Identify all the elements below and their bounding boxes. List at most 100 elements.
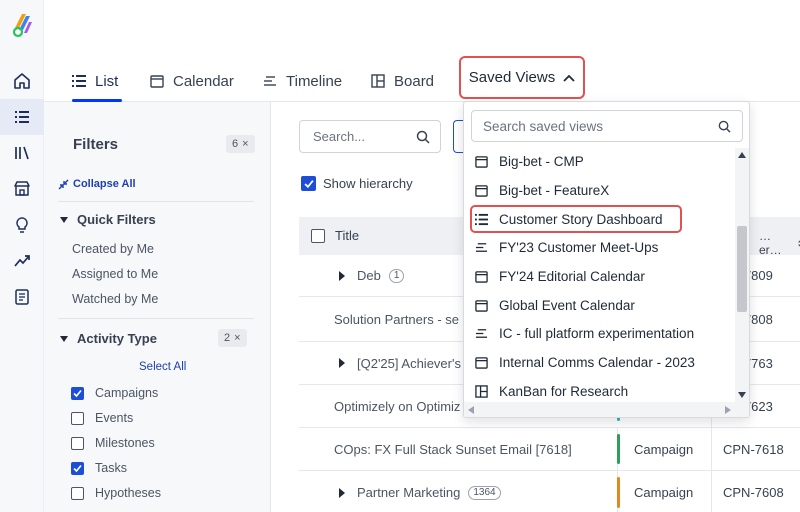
- saved-view-item[interactable]: FY'24 Editorial Calendar: [475, 265, 645, 287]
- filters-panel: Filters 6 × Collapse All Quick Filters C…: [44, 102, 271, 512]
- checkbox-checked[interactable]: [301, 176, 316, 191]
- tab-list[interactable]: List: [72, 66, 118, 96]
- view-tabs: List Calendar Timeline Board: [44, 0, 800, 102]
- row-title-cell: COps: FX Full Stack Sunset Email [7618]: [334, 428, 572, 470]
- tab-label: Timeline: [286, 72, 343, 90]
- list-search-input[interactable]: [313, 129, 413, 144]
- table-row[interactable]: Partner Marketing 1364 Campaign CPN-7608: [299, 471, 800, 512]
- row-type-cell: Campaign: [617, 471, 711, 512]
- tab-timeline[interactable]: Timeline: [263, 66, 342, 96]
- quick-filters-toggle[interactable]: Quick Filters: [60, 212, 156, 227]
- quick-filter-assigned-to-me[interactable]: Assigned to Me: [72, 267, 158, 281]
- activity-type-count-badge[interactable]: 2 ×: [218, 329, 247, 347]
- highlighted-saved-view-outline: [470, 205, 682, 233]
- search-icon[interactable]: [718, 120, 731, 133]
- rail-store[interactable]: [0, 171, 44, 207]
- filters-count-badge[interactable]: 6 ×: [226, 135, 255, 153]
- rail-library[interactable]: [0, 135, 44, 171]
- calendar-icon: [475, 270, 488, 283]
- caret-down-icon: [60, 335, 68, 342]
- search-icon[interactable]: [416, 130, 430, 144]
- checkbox-checked[interactable]: [71, 386, 84, 400]
- saved-view-item[interactable]: Global Event Calendar: [475, 294, 635, 316]
- saved-view-item[interactable]: Internal Comms Calendar - 2023: [475, 351, 695, 373]
- table-row[interactable]: COps: FX Full Stack Sunset Email [7618] …: [299, 428, 800, 471]
- row-title[interactable]: Optimizely on Optimiz: [334, 399, 460, 414]
- list-icon: [15, 111, 29, 123]
- rail-list[interactable]: [0, 99, 44, 135]
- board-icon: [475, 384, 488, 398]
- row-title-cell: Optimizely on Optimiz: [334, 385, 460, 427]
- collapse-all-label: Collapse All: [73, 178, 136, 190]
- expand-caret-icon[interactable]: [339, 487, 345, 498]
- activity-type-count: 2: [224, 332, 231, 344]
- scroll-up-arrow-icon[interactable]: [738, 152, 746, 158]
- column-id-header[interactable]: …er…: [759, 229, 800, 257]
- select-all-rows-checkbox[interactable]: [311, 228, 325, 243]
- clear-activity-type-icon: ×: [234, 332, 241, 344]
- document-icon: [15, 289, 29, 305]
- check-icon: [303, 179, 314, 188]
- activity-type-title: Activity Type: [77, 331, 157, 346]
- collapse-icon: [58, 179, 69, 189]
- rail-home[interactable]: [0, 63, 44, 99]
- lightbulb-icon: [16, 217, 28, 233]
- row-id-cell: CPN-7608: [711, 471, 800, 512]
- activity-type-events[interactable]: Events: [71, 411, 133, 425]
- type-color-bar: [617, 477, 620, 508]
- caret-down-icon: [60, 216, 68, 223]
- rail-ideas[interactable]: [0, 207, 44, 243]
- show-hierarchy-toggle[interactable]: Show hierarchy: [301, 176, 413, 191]
- horizontal-scrollbar[interactable]: [464, 402, 749, 417]
- row-title[interactable]: COps: FX Full Stack Sunset Email [7618]: [334, 442, 572, 457]
- column-title-header[interactable]: Title: [311, 228, 359, 243]
- row-title[interactable]: [Q2'25] Achiever's: [357, 356, 461, 371]
- select-all-link[interactable]: Select All: [139, 361, 186, 373]
- vertical-scrollbar[interactable]: [735, 148, 749, 402]
- saved-view-item[interactable]: Big-bet - CMP: [475, 150, 584, 172]
- check-icon: [73, 389, 82, 397]
- activity-type-milestones[interactable]: Milestones: [71, 436, 155, 450]
- row-title[interactable]: Solution Partners - se: [334, 312, 459, 327]
- quick-filter-watched-by-me[interactable]: Watched by Me: [72, 292, 158, 306]
- row-title[interactable]: Deb: [357, 268, 381, 283]
- saved-view-item[interactable]: IC - full platform experimentation: [475, 322, 694, 344]
- tab-calendar[interactable]: Calendar: [150, 66, 234, 96]
- saved-view-item[interactable]: FY'23 Customer Meet-Ups: [475, 236, 658, 258]
- quick-filter-created-by-me[interactable]: Created by Me: [72, 242, 154, 256]
- checkbox-unchecked[interactable]: [71, 436, 84, 450]
- activity-type-hypotheses[interactable]: Hypotheses: [71, 486, 161, 500]
- activity-type-tasks[interactable]: Tasks: [71, 461, 127, 475]
- activity-type-toggle[interactable]: Activity Type: [60, 331, 157, 346]
- saved-views-search: [471, 110, 743, 142]
- collapse-all-link[interactable]: Collapse All: [58, 178, 136, 190]
- saved-view-label: FY'24 Editorial Calendar: [499, 268, 645, 284]
- expand-caret-icon[interactable]: [339, 358, 345, 368]
- scroll-down-arrow-icon[interactable]: [738, 392, 746, 398]
- checkbox-label: Events: [95, 411, 134, 425]
- row-title-cell: [Q2'25] Achiever's: [339, 342, 461, 384]
- saved-views-search-input[interactable]: [483, 118, 703, 134]
- saved-views-button[interactable]: Saved Views: [459, 56, 585, 99]
- saved-view-label: FY'23 Customer Meet-Ups: [499, 239, 659, 255]
- app-logo-icon[interactable]: [10, 12, 34, 38]
- saved-view-item[interactable]: Big-bet - FeatureX: [475, 179, 609, 201]
- calendar-icon: [475, 299, 488, 312]
- check-icon: [73, 464, 82, 472]
- rail-reports[interactable]: [0, 279, 44, 315]
- child-count-badge: 1: [388, 268, 405, 283]
- column-id-label: …er…: [759, 229, 782, 257]
- tab-board[interactable]: Board: [371, 66, 434, 96]
- checkbox-checked[interactable]: [71, 461, 84, 475]
- expand-caret-icon[interactable]: [339, 270, 345, 281]
- row-title[interactable]: Partner Marketing: [357, 485, 460, 500]
- scroll-right-arrow-icon[interactable]: [725, 406, 731, 414]
- saved-view-item[interactable]: KanBan for Research: [475, 380, 628, 402]
- list-search: [299, 120, 441, 153]
- checkbox-unchecked[interactable]: [71, 486, 84, 500]
- activity-type-campaigns[interactable]: Campaigns: [71, 386, 158, 400]
- scroll-left-arrow-icon[interactable]: [468, 406, 474, 414]
- checkbox-unchecked[interactable]: [71, 411, 84, 425]
- rail-analytics[interactable]: [0, 243, 44, 279]
- scrollbar-thumb[interactable]: [737, 226, 747, 312]
